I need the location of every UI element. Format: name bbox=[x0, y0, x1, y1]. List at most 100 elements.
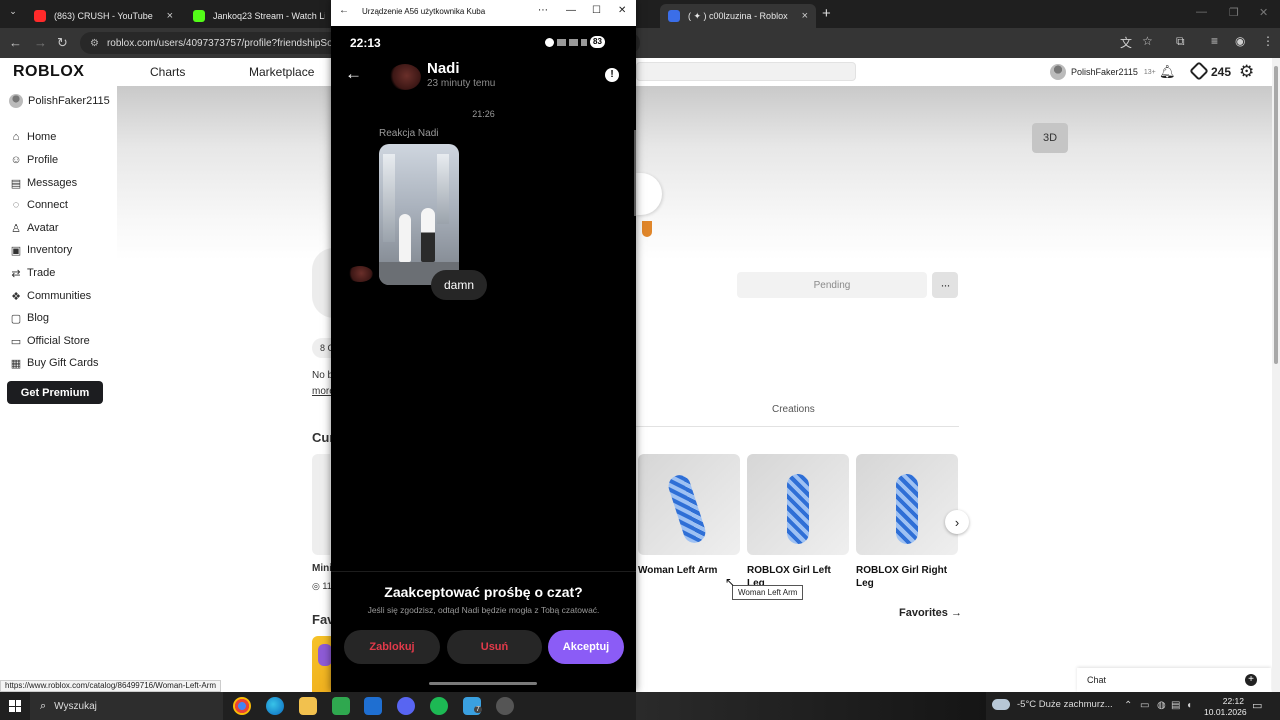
delete-button[interactable]: Usuń bbox=[447, 630, 542, 664]
windows-start-icon[interactable] bbox=[9, 700, 21, 712]
close-window-icon[interactable]: ✕ bbox=[1259, 6, 1268, 19]
tray-chevron-icon[interactable]: ⌃ bbox=[1124, 700, 1132, 711]
settings-gear-icon[interactable]: ⚙ bbox=[1239, 62, 1254, 82]
avatar[interactable] bbox=[389, 64, 421, 90]
browser-menu-icon[interactable]: ⋮ bbox=[1262, 34, 1274, 48]
report-icon[interactable]: ! bbox=[605, 68, 619, 82]
mic-icon[interactable]: ◍ bbox=[1157, 700, 1166, 711]
maximize-icon[interactable]: ☐ bbox=[592, 5, 601, 16]
item-thumb-partial[interactable] bbox=[312, 454, 330, 555]
reload-icon[interactable]: ↻ bbox=[57, 35, 68, 51]
forward-icon[interactable]: → bbox=[34, 35, 47, 50]
close-tab-icon[interactable]: × bbox=[802, 10, 808, 22]
taskbar-search[interactable]: ⌕ Wyszukaj bbox=[30, 692, 223, 720]
home-icon: ⌂ bbox=[12, 131, 20, 143]
sidebar-item-avatar[interactable]: ♙ Avatar bbox=[9, 221, 59, 235]
minimize-icon[interactable]: — bbox=[566, 5, 576, 16]
item-thumbnail[interactable] bbox=[747, 454, 849, 555]
carousel-next-button[interactable]: › bbox=[945, 510, 969, 534]
site-info-icon[interactable]: ⚙ bbox=[90, 38, 99, 49]
item-thumbnail[interactable] bbox=[638, 454, 740, 555]
notifications-bell-icon[interactable]: 🔔︎ bbox=[1159, 64, 1176, 80]
sidebar-item-official-store[interactable]: ▭ Official Store bbox=[9, 334, 90, 348]
favorites-link[interactable]: Favorites → bbox=[899, 607, 962, 619]
more-options-button[interactable]: ··· bbox=[932, 272, 958, 298]
back-icon[interactable]: ← bbox=[339, 5, 349, 16]
volume-icon[interactable]: ◖ bbox=[1186, 700, 1192, 711]
sidebar-item-gift-cards[interactable]: ▦ Buy Gift Cards bbox=[9, 356, 99, 370]
chat-back-icon[interactable]: ← bbox=[345, 64, 362, 84]
sidebar-user[interactable]: PolishFaker2115 bbox=[9, 94, 110, 108]
translate-icon[interactable]: 文 bbox=[1120, 34, 1132, 51]
scrollbar-thumb[interactable] bbox=[1274, 66, 1278, 364]
tab-youtube[interactable]: (863) CRUSH - YouTube × bbox=[26, 4, 181, 28]
discord-icon[interactable] bbox=[397, 697, 415, 715]
message-bubble[interactable]: damn bbox=[431, 270, 488, 300]
accept-button[interactable]: Akceptuj bbox=[548, 630, 624, 664]
sidebar-item-messages[interactable]: ▤ Messages bbox=[9, 176, 77, 190]
block-button[interactable]: Zablokuj bbox=[344, 630, 440, 664]
nav-user[interactable]: PolishFaker2115 13+ bbox=[1050, 64, 1156, 80]
chat-widget[interactable]: Chat + bbox=[1077, 668, 1271, 692]
roblox-search-input[interactable] bbox=[636, 62, 856, 81]
new-tab-button[interactable]: + bbox=[822, 5, 831, 22]
item-card-girl-right-leg[interactable]: ROBLOX Girl Right Leg bbox=[856, 454, 958, 590]
sidebar-item-home[interactable]: ⌂ Home bbox=[9, 130, 57, 144]
file-explorer-icon[interactable] bbox=[299, 697, 317, 715]
tab-roblox[interactable]: ( ✦ ) c00lzuzina - Roblox × bbox=[660, 4, 816, 28]
home-indicator[interactable] bbox=[429, 682, 537, 685]
tab-search-menu[interactable]: ⌄ bbox=[4, 6, 22, 22]
close-icon[interactable]: ✕ bbox=[618, 5, 626, 16]
taskbar-clock[interactable]: 22:12 10.01.2026 bbox=[1204, 696, 1247, 718]
profile-icon[interactable]: ◉ bbox=[1235, 34, 1245, 48]
outlook-icon[interactable] bbox=[364, 697, 382, 715]
tab-kick[interactable]: Jankoq23 Stream - Watch Live bbox=[185, 4, 333, 28]
new-chat-icon[interactable]: + bbox=[1245, 674, 1257, 686]
get-premium-button[interactable]: Get Premium bbox=[7, 381, 103, 404]
back-icon[interactable]: ← bbox=[9, 35, 22, 50]
item-card-girl-left-leg[interactable]: ROBLOX Girl Left Leg bbox=[747, 454, 849, 590]
toggle-3d-button[interactable]: 3D bbox=[1032, 123, 1068, 153]
robux-icon[interactable] bbox=[1189, 61, 1209, 81]
item-thumbnail[interactable] bbox=[856, 454, 958, 555]
profile-icon: ☺ bbox=[10, 154, 22, 166]
roblox-studio-icon[interactable] bbox=[496, 697, 514, 715]
nav-marketplace[interactable]: Marketplace bbox=[249, 65, 314, 79]
sidebar-item-connect[interactable]: ◌ Connect bbox=[9, 198, 68, 212]
phone-window-title: Urządzenie A56 użytkownika Kuba bbox=[362, 7, 486, 16]
clock-time: 22:12 bbox=[1222, 696, 1244, 706]
tab-creations[interactable]: Creations bbox=[772, 404, 815, 415]
sidebar-item-inventory[interactable]: ▣ Inventory bbox=[9, 243, 72, 257]
item-card-woman-left-arm[interactable]: Woman Left Arm bbox=[638, 454, 740, 577]
monitor-icon[interactable]: ▭ bbox=[1140, 700, 1149, 711]
story-photo[interactable] bbox=[379, 144, 459, 285]
media-icon[interactable]: ≡ bbox=[1211, 34, 1218, 48]
network-icon[interactable]: ▤ bbox=[1171, 700, 1180, 711]
bookmark-star-icon[interactable]: ☆ bbox=[1142, 34, 1153, 48]
extensions-icon[interactable]: ⧉ bbox=[1176, 34, 1185, 49]
sidebar-item-trade[interactable]: ⇄ Trade bbox=[9, 266, 55, 280]
roblox-logo[interactable]: ROBLOX bbox=[13, 63, 84, 81]
pending-request-button[interactable]: Pending bbox=[737, 272, 927, 298]
restore-icon[interactable]: ❐ bbox=[1229, 6, 1239, 19]
edge-icon[interactable] bbox=[266, 697, 284, 715]
phone-window-titlebar[interactable]: ← Urządzenie A56 użytkownika Kuba ⋯ — ☐ … bbox=[331, 0, 636, 26]
chrome-icon[interactable] bbox=[233, 697, 251, 715]
chat-contact-name[interactable]: Nadi bbox=[427, 60, 460, 77]
minimize-icon[interactable]: — bbox=[1196, 6, 1207, 18]
robux-balance[interactable]: 245 bbox=[1211, 65, 1231, 79]
nav-charts[interactable]: Charts bbox=[150, 65, 185, 79]
sidebar-item-communities[interactable]: ❖ Communities bbox=[9, 289, 91, 303]
more-icon[interactable]: ⋯ bbox=[538, 5, 548, 16]
sidebar-item-profile[interactable]: ☺ Profile bbox=[9, 153, 58, 167]
page-scrollbar[interactable] bbox=[1272, 58, 1280, 692]
spotify-icon[interactable] bbox=[430, 697, 448, 715]
read-more-link[interactable]: more bbox=[312, 386, 331, 397]
sidebar-item-blog[interactable]: ▢ Blog bbox=[9, 311, 49, 325]
store-icon[interactable] bbox=[332, 697, 350, 715]
item-name[interactable]: ROBLOX Girl Right Leg bbox=[856, 564, 958, 590]
close-tab-icon[interactable]: × bbox=[167, 10, 173, 22]
weather-widget[interactable]: -5°C Duże zachmurz... bbox=[992, 699, 1113, 710]
notifications-icon[interactable]: ▭ bbox=[1252, 699, 1262, 712]
battery-icon: 83 bbox=[590, 36, 605, 48]
